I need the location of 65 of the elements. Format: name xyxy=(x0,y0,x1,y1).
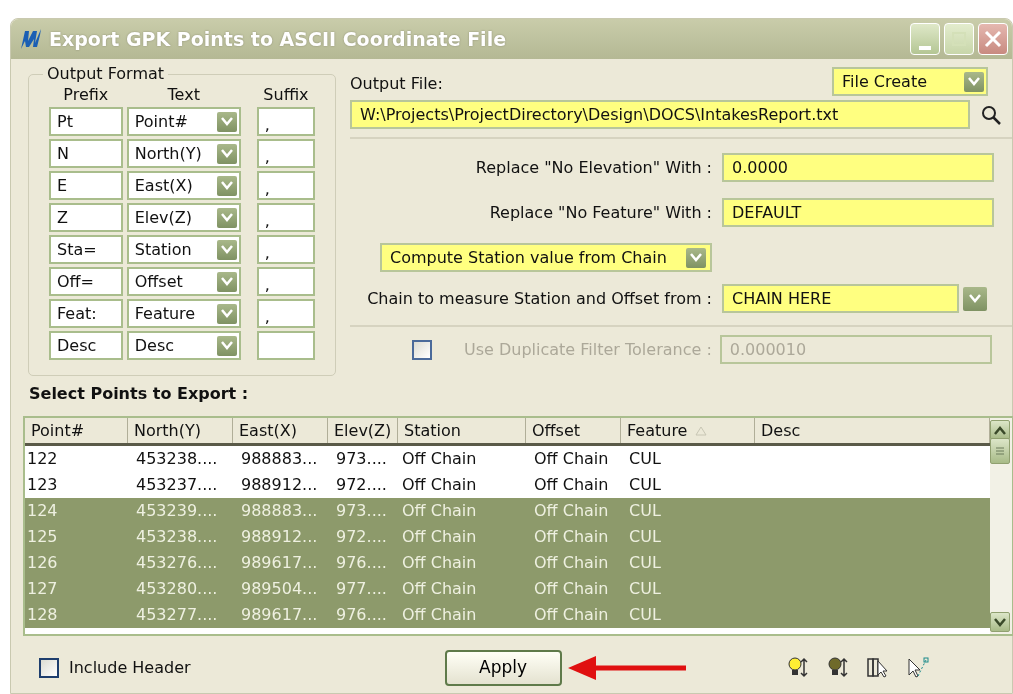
text-dropdown[interactable]: Feature xyxy=(126,299,241,328)
suffix-field[interactable]: , xyxy=(256,299,315,328)
close-button[interactable] xyxy=(978,23,1008,55)
field-label: Replace "No Elevation" With : xyxy=(474,156,713,179)
suffix-field[interactable]: , xyxy=(256,235,315,264)
value-field[interactable]: 0.0000 xyxy=(722,153,994,182)
column-header[interactable]: Point# xyxy=(25,418,128,443)
suffix-field[interactable]: , xyxy=(256,171,315,200)
table-row[interactable]: 122 453238.... 988883... 973.... Off Chain Off Chain CUL xyxy=(25,446,990,472)
columns-cursor-icon[interactable] xyxy=(865,656,890,680)
text-dropdown[interactable]: Point# xyxy=(126,107,241,136)
column-label: Text xyxy=(166,85,201,105)
table-row[interactable]: 123 453237.... 988912... 972.... Off Chain Off Chain CUL xyxy=(25,472,990,498)
field-label: Replace "No Feature" With : xyxy=(488,201,713,224)
apply-button[interactable]: Apply xyxy=(444,650,562,686)
text-dropdown[interactable]: Desc xyxy=(126,331,241,360)
column-header[interactable]: Feature xyxy=(621,418,755,443)
column-header[interactable]: Elev(Z) xyxy=(328,418,398,443)
text-dropdown[interactable]: Station xyxy=(126,235,241,264)
field-label: Use Duplicate Filter Tolerance : xyxy=(464,338,712,361)
prefix-field[interactable]: N xyxy=(49,139,123,168)
field-label: Output File: xyxy=(350,73,443,95)
prefix-field[interactable]: Feat: xyxy=(49,299,123,328)
search-icon[interactable] xyxy=(980,103,1002,126)
prefix-field[interactable]: Off= xyxy=(49,267,123,296)
minimize-button[interactable] xyxy=(910,23,940,55)
column-header[interactable]: North(Y) xyxy=(128,418,233,443)
column-header[interactable]: Station xyxy=(398,418,526,443)
prefix-field[interactable]: Sta= xyxy=(49,235,123,264)
file-path-field[interactable]: W:\Projects\ProjectDirectory\Design\DOCS\IntakesReport.txt xyxy=(350,100,970,129)
suffix-field[interactable] xyxy=(256,331,315,360)
prefix-field[interactable]: E xyxy=(49,171,123,200)
text-dropdown[interactable]: Offset xyxy=(126,267,241,296)
bulb-arrows-icon[interactable] xyxy=(825,656,850,680)
checkbox[interactable] xyxy=(39,658,59,678)
scroll-up-button[interactable] xyxy=(990,420,1010,440)
app-logo-icon xyxy=(19,27,43,51)
station-mode-dropdown[interactable]: Compute Station value from Chain xyxy=(380,243,712,272)
text-dropdown[interactable]: Elev(Z) xyxy=(126,203,241,232)
close-icon xyxy=(984,30,1002,48)
bulb-arrows-icon[interactable] xyxy=(785,656,810,680)
field-label: Chain to measure Station and Offset from : xyxy=(366,287,713,310)
scroll-down-button[interactable] xyxy=(990,612,1010,632)
window-title: Export GPK Points to ASCII Coordinate File xyxy=(49,26,508,52)
suffix-field[interactable]: , xyxy=(256,139,315,168)
value-field[interactable]: DEFAULT xyxy=(722,198,994,227)
suffix-field[interactable]: , xyxy=(256,107,315,136)
column-label: Suffix xyxy=(262,85,310,105)
text-dropdown[interactable]: East(X) xyxy=(126,171,241,200)
prefix-field[interactable]: Pt xyxy=(49,107,123,136)
prefix-field[interactable]: Desc xyxy=(49,331,123,360)
mode-dropdown[interactable]: File Create xyxy=(832,67,988,96)
section-title: Select Points to Export : xyxy=(29,383,250,405)
text-dropdown[interactable]: North(Y) xyxy=(126,139,241,168)
sort-icon xyxy=(695,425,708,436)
column-header[interactable]: Offset xyxy=(526,418,621,443)
checkbox-label: Include Header xyxy=(69,657,191,679)
scroll-thumb[interactable] xyxy=(990,438,1010,464)
prefix-field[interactable]: Z xyxy=(49,203,123,232)
suffix-field[interactable]: , xyxy=(256,267,315,296)
group-title: Output Format xyxy=(43,64,169,84)
cursor-selection-icon[interactable] xyxy=(905,656,930,680)
column-label: Prefix xyxy=(62,85,110,105)
column-header[interactable]: East(X) xyxy=(233,418,328,443)
suffix-field[interactable]: , xyxy=(256,203,315,232)
